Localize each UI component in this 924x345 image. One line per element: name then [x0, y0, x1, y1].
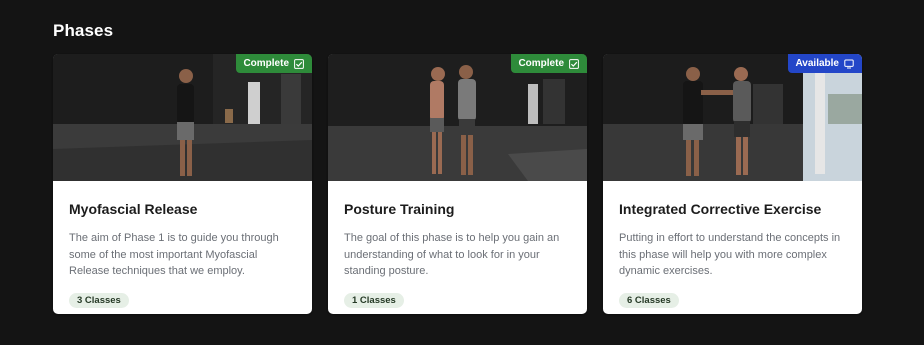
screen-icon	[844, 59, 854, 68]
class-count-badge: 1 Classes	[344, 293, 404, 308]
class-count-badge: 6 Classes	[619, 293, 679, 308]
phase-image: Complete	[53, 54, 312, 181]
status-label: Complete	[243, 58, 289, 69]
card-description: The aim of Phase 1 is to guide you throu…	[69, 232, 279, 277]
checkbox-icon	[294, 58, 304, 69]
card-description: Putting in effort to understand the conc…	[619, 232, 841, 277]
checkbox-icon	[569, 58, 579, 69]
status-label: Complete	[518, 58, 564, 69]
card-description: The goal of this phase is to help you ga…	[344, 232, 560, 277]
phase-image: Available	[603, 54, 862, 181]
status-badge: Available	[788, 54, 862, 73]
card-title: Myofascial Release	[69, 201, 198, 217]
status-label: Available	[795, 58, 839, 69]
phase-card-integrated-corrective-exercise[interactable]: Available Integrated Corrective Exercise…	[603, 54, 862, 314]
class-count-badge: 3 Classes	[69, 293, 129, 308]
status-badge: Complete	[236, 54, 312, 73]
phase-image: Complete	[328, 54, 587, 181]
section-title: Phases	[53, 21, 114, 40]
card-title: Posture Training	[344, 201, 455, 217]
status-badge: Complete	[511, 54, 587, 73]
card-title: Integrated Corrective Exercise	[619, 201, 822, 217]
phase-card-posture-training[interactable]: Complete Posture Training The goal of th…	[328, 54, 587, 314]
phase-card-myofascial-release[interactable]: Complete Myofascial Release The aim of P…	[53, 54, 312, 314]
